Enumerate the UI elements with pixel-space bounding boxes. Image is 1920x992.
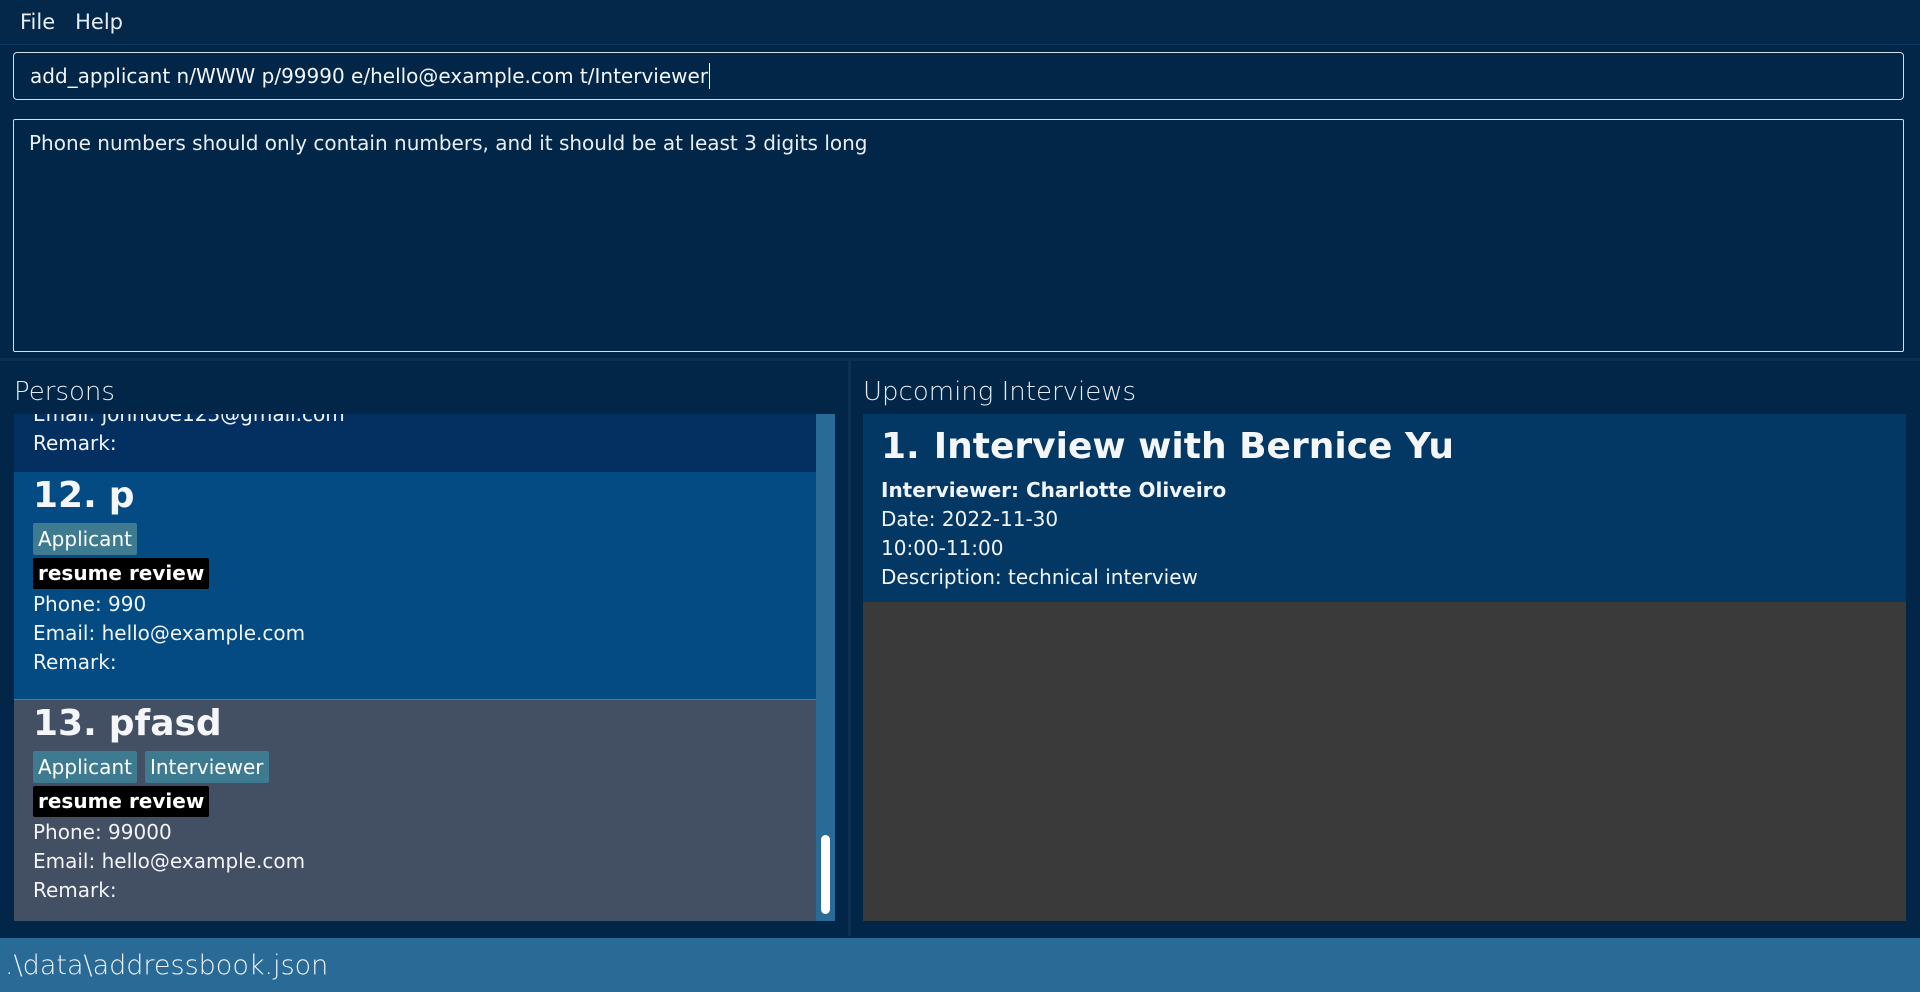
command-input[interactable]: add_applicant n/WWW p/99990 e/hello@exam… xyxy=(13,52,1904,100)
person-email: Email: hello@example.com xyxy=(33,621,306,645)
person-card[interactable]: 13. pfasd Applicant Interviewer resume re… xyxy=(14,699,816,921)
person-card-partial[interactable]: Email: johndoe123@gmail.com Remark: xyxy=(14,414,816,472)
horizontal-divider xyxy=(0,358,1920,361)
person-list[interactable]: Email: johndoe123@gmail.com Remark: 12. p… xyxy=(14,414,816,921)
result-message: Phone numbers should only contain number… xyxy=(29,131,868,155)
person-index: 12. xyxy=(33,475,97,516)
person-tags: Applicant Interviewer xyxy=(33,750,816,784)
person-index: 13. xyxy=(33,703,97,744)
tag-applicant: Applicant xyxy=(33,751,137,783)
person-phone: Phone: 99000 xyxy=(33,820,172,844)
interviews-panel-title: Upcoming Interviews xyxy=(863,377,1137,407)
tag-applicant: Applicant xyxy=(33,523,137,555)
menu-file[interactable]: File xyxy=(10,0,65,44)
remark-tag: resume review xyxy=(33,558,210,589)
persons-panel-title: Persons xyxy=(14,377,115,407)
person-name: pfasd xyxy=(108,703,222,744)
menu-help[interactable]: Help xyxy=(65,0,133,44)
status-bar: .\data\addressbook.json xyxy=(0,938,1920,992)
menu-bar: File Help xyxy=(0,0,1920,45)
person-remark: Remark: xyxy=(33,878,117,902)
interview-list[interactable]: 1. Interview with Bernice Yu Interviewer:… xyxy=(863,414,1906,921)
person-heading: 13. pfasd xyxy=(33,700,816,748)
save-file-path: .\data\addressbook.json xyxy=(5,949,329,981)
person-tags: Applicant xyxy=(33,522,816,556)
result-display[interactable]: Phone numbers should only contain number… xyxy=(13,119,1904,352)
command-input-text: add_applicant n/WWW p/99990 e/hello@exam… xyxy=(30,64,709,88)
person-phone: Phone: 990 xyxy=(33,592,147,616)
person-list-scrollbar[interactable] xyxy=(816,414,835,921)
interview-date: Date: 2022-11-30 xyxy=(881,507,1059,531)
interview-description: Description: technical interview xyxy=(881,565,1198,589)
person-card-selected[interactable]: 12. p Applicant resume review Phone: 990 … xyxy=(14,472,816,699)
interview-card[interactable]: 1. Interview with Bernice Yu Interviewer:… xyxy=(863,414,1906,602)
scrollbar-thumb[interactable] xyxy=(821,835,830,914)
tag-interviewer: Interviewer xyxy=(144,751,269,783)
interviewer-name: Interviewer: Charlotte Oliveiro xyxy=(881,478,1227,502)
text-cursor xyxy=(709,63,711,89)
person-heading: 12. p xyxy=(33,472,816,520)
address-book-app: File Help add_applicant n/WWW p/99990 e/… xyxy=(0,0,1920,992)
interview-title: Interview with Bernice Yu xyxy=(933,426,1455,467)
person-name: p xyxy=(108,475,135,516)
person-remark: Remark: xyxy=(33,431,117,455)
panel-divider[interactable] xyxy=(848,361,851,936)
person-email: Email: johndoe123@gmail.com xyxy=(33,414,345,426)
person-email: Email: hello@example.com xyxy=(33,849,306,873)
interview-heading: 1. Interview with Bernice Yu xyxy=(881,424,1888,470)
remark-tag: resume review xyxy=(33,786,210,817)
person-remark: Remark: xyxy=(33,650,117,674)
interview-time: 10:00-11:00 xyxy=(881,536,1004,560)
interview-index: 1. xyxy=(881,426,920,467)
